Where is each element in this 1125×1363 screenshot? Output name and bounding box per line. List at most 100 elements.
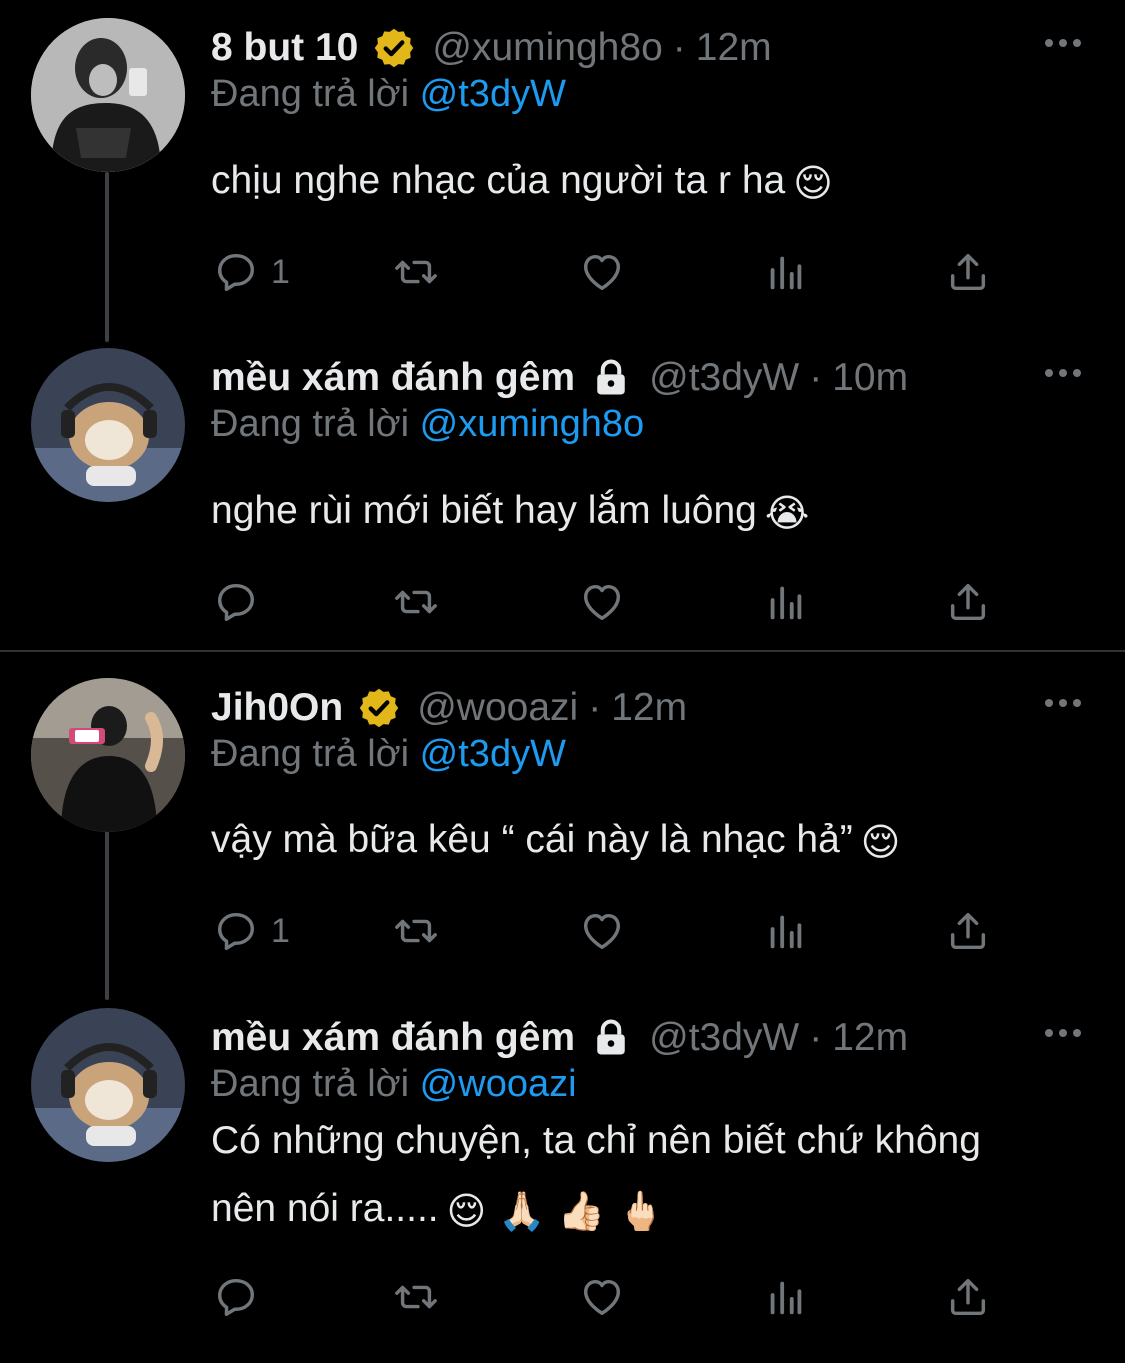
retweet-button[interactable]	[393, 901, 439, 961]
handle[interactable]: @xumingh8o	[432, 26, 662, 70]
display-name[interactable]: mều xám đánh gêm	[211, 356, 575, 400]
tweet-header: mều xám đánh gêm @t3dyW · 12m	[211, 1012, 908, 1064]
like-button[interactable]	[579, 901, 625, 961]
tweet-header: mều xám đánh gêm @t3dyW · 10m	[211, 352, 908, 404]
tweet-actions: 1	[211, 901, 1011, 961]
more-options-icon[interactable]	[1043, 696, 1083, 710]
handle[interactable]: @t3dyW	[649, 356, 799, 400]
share-button[interactable]	[945, 242, 991, 302]
replying-to-label: Đang trả lời	[211, 403, 410, 445]
views-button[interactable]	[763, 1267, 809, 1327]
emoji: 😭	[764, 490, 810, 535]
share-icon	[945, 579, 991, 625]
heart-icon	[579, 249, 625, 295]
like-button[interactable]	[579, 242, 625, 302]
avatar-image	[31, 348, 185, 502]
replying-to-label: Đang trả lời	[211, 733, 410, 775]
tweet-actions: 1	[211, 242, 1011, 302]
avatar-image	[31, 678, 185, 832]
mention-link[interactable]: @t3dyW	[420, 733, 566, 775]
avatar[interactable]	[31, 1008, 185, 1162]
analytics-icon	[763, 908, 809, 954]
reply-button[interactable]: 1	[213, 242, 290, 302]
display-name[interactable]: 8 but 10	[211, 26, 358, 70]
retweet-icon	[393, 908, 439, 954]
tweet-actions	[211, 1267, 1011, 1327]
tweet-text-content: chịu nghe nhạc của người ta r ha	[211, 159, 786, 202]
tweet-actions	[211, 572, 1011, 632]
like-button[interactable]	[579, 572, 625, 632]
retweet-icon	[393, 249, 439, 295]
tweet-text: nghe rùi mới biết hay lắm luông 😭	[211, 477, 1091, 545]
separator-dot: ·	[672, 26, 686, 69]
tweet-header: 8 but 10 @xumingh8o · 12m	[211, 22, 772, 74]
analytics-icon	[763, 579, 809, 625]
tweet[interactable]: 8 but 10 @xumingh8o · 12m Đang trả lời @…	[0, 0, 1125, 330]
mention-link[interactable]: @wooazi	[420, 1063, 577, 1105]
tweet-header: Jih0On @wooazi · 12m	[211, 682, 687, 734]
timestamp[interactable]: 12m	[611, 686, 687, 730]
reply-button[interactable]	[213, 572, 259, 632]
share-icon	[945, 908, 991, 954]
retweet-icon	[393, 579, 439, 625]
display-name[interactable]: Jih0On	[211, 686, 343, 730]
heart-icon	[579, 579, 625, 625]
tweet-text: Có những chuyện, ta chỉ nên biết chứ khô…	[211, 1107, 1091, 1243]
emoji: 😌	[793, 160, 833, 205]
analytics-icon	[763, 249, 809, 295]
thread-1: 8 but 10 @xumingh8o · 12m Đang trả lời @…	[0, 0, 1125, 650]
avatar[interactable]	[31, 18, 185, 172]
views-button[interactable]	[763, 901, 809, 961]
replying-to: Đang trả lời @t3dyW	[211, 73, 566, 116]
retweet-button[interactable]	[393, 572, 439, 632]
share-button[interactable]	[945, 572, 991, 632]
handle[interactable]: @t3dyW	[649, 1016, 799, 1060]
retweet-button[interactable]	[393, 1267, 439, 1327]
replying-to: Đang trả lời @xumingh8o	[211, 403, 644, 446]
tweet[interactable]: Jih0On @wooazi · 12m Đang trả lời @t3dyW…	[0, 660, 1125, 990]
separator-dot: ·	[809, 1016, 823, 1059]
share-icon	[945, 249, 991, 295]
avatar-image	[31, 18, 185, 172]
display-name[interactable]: mều xám đánh gêm	[211, 1016, 575, 1060]
share-button[interactable]	[945, 1267, 991, 1327]
lock-icon	[589, 356, 633, 400]
lock-icon	[589, 1016, 633, 1060]
share-button[interactable]	[945, 901, 991, 961]
tweet-text-line: Có những chuyện, ta chỉ nên biết chứ khô…	[211, 1119, 981, 1162]
avatar[interactable]	[31, 678, 185, 832]
views-button[interactable]	[763, 572, 809, 632]
reply-count: 1	[271, 911, 290, 950]
tweet-text: chịu nghe nhạc của người ta r ha 😌	[211, 147, 1091, 215]
timestamp[interactable]: 10m	[832, 356, 908, 400]
mention-link[interactable]: @t3dyW	[420, 73, 566, 115]
heart-icon	[579, 1274, 625, 1320]
retweet-button[interactable]	[393, 242, 439, 302]
emoji-group: 😌 🙏🏻 👍🏻 🖕🏻	[446, 1188, 665, 1233]
avatar[interactable]	[31, 348, 185, 502]
tweet-text-content: nghe rùi mới biết hay lắm luông	[211, 489, 757, 532]
tweet-text-content: nên nói ra.....	[211, 1187, 439, 1230]
handle[interactable]: @wooazi	[417, 686, 578, 730]
more-options-icon[interactable]	[1043, 1026, 1083, 1040]
reply-button[interactable]: 1	[213, 901, 290, 961]
share-icon	[945, 1274, 991, 1320]
replying-to: Đang trả lời @wooazi	[211, 1063, 577, 1106]
timestamp[interactable]: 12m	[696, 26, 772, 70]
separator-dot: ·	[809, 356, 823, 399]
thread-2: Jih0On @wooazi · 12m Đang trả lời @t3dyW…	[0, 652, 1125, 1363]
timestamp[interactable]: 12m	[832, 1016, 908, 1060]
reply-button[interactable]	[213, 1267, 259, 1327]
mention-link[interactable]: @xumingh8o	[420, 403, 644, 445]
tweet[interactable]: mều xám đánh gêm @t3dyW · 12m Đang trả l…	[0, 990, 1125, 1363]
tweet-text: vậy mà bữa kêu “ cái này là nhạc hả” 😌	[211, 806, 1091, 874]
like-button[interactable]	[579, 1267, 625, 1327]
more-options-icon[interactable]	[1043, 36, 1083, 50]
more-options-icon[interactable]	[1043, 366, 1083, 380]
replying-to-label: Đang trả lời	[211, 1063, 410, 1105]
views-button[interactable]	[763, 242, 809, 302]
tweet[interactable]: mều xám đánh gêm @t3dyW · 10m Đang trả l…	[0, 330, 1125, 650]
reply-icon	[213, 579, 259, 625]
reply-icon	[213, 1274, 259, 1320]
verified-badge-icon	[357, 686, 401, 730]
